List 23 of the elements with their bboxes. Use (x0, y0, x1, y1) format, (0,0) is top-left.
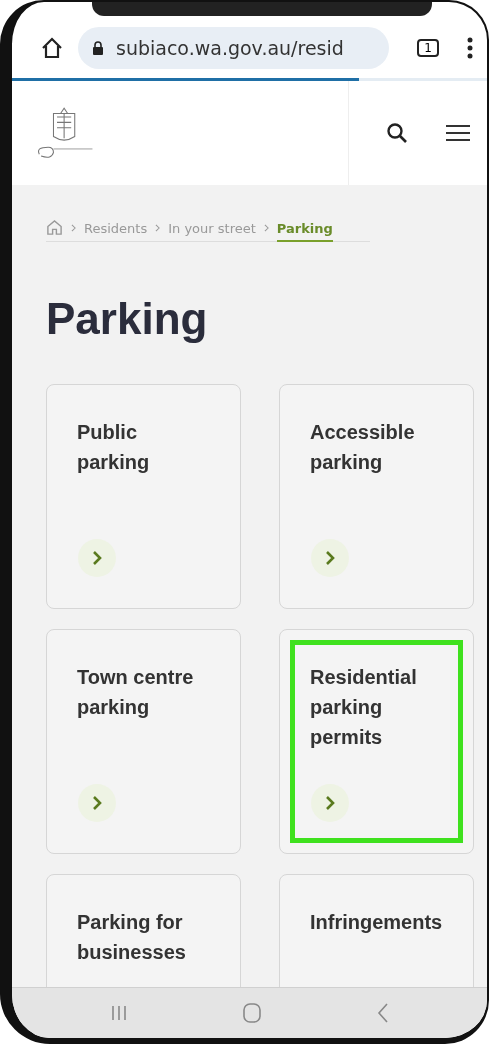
chevron-icon (77, 783, 117, 823)
home-icon[interactable] (40, 36, 64, 60)
lock-icon (92, 41, 104, 55)
menu-icon[interactable] (445, 123, 471, 143)
chevron-icon (77, 538, 117, 578)
link-card[interactable]: Residential parking permits (279, 629, 474, 854)
link-card[interactable]: Town centre parking (46, 629, 241, 854)
chevron-icon (310, 538, 350, 578)
chevron-icon (155, 223, 161, 232)
back-icon[interactable] (376, 1002, 391, 1024)
home-button-icon[interactable] (242, 1002, 263, 1024)
link-card[interactable]: Accessible parking (279, 384, 474, 609)
more-menu-icon[interactable] (467, 37, 473, 59)
tab-count-button[interactable]: 1 (417, 39, 439, 57)
address-bar[interactable]: subiaco.wa.gov.au/resid (78, 27, 390, 69)
chevron-icon (263, 223, 269, 232)
page-title: Parking (46, 294, 209, 344)
chevron-icon (71, 223, 76, 232)
link-card[interactable]: Infringements (279, 874, 474, 987)
link-card[interactable]: Public parking (46, 384, 241, 609)
chevron-icon (310, 783, 350, 823)
link-card[interactable]: Parking for businesses (46, 874, 241, 987)
search-icon[interactable] (385, 121, 409, 145)
